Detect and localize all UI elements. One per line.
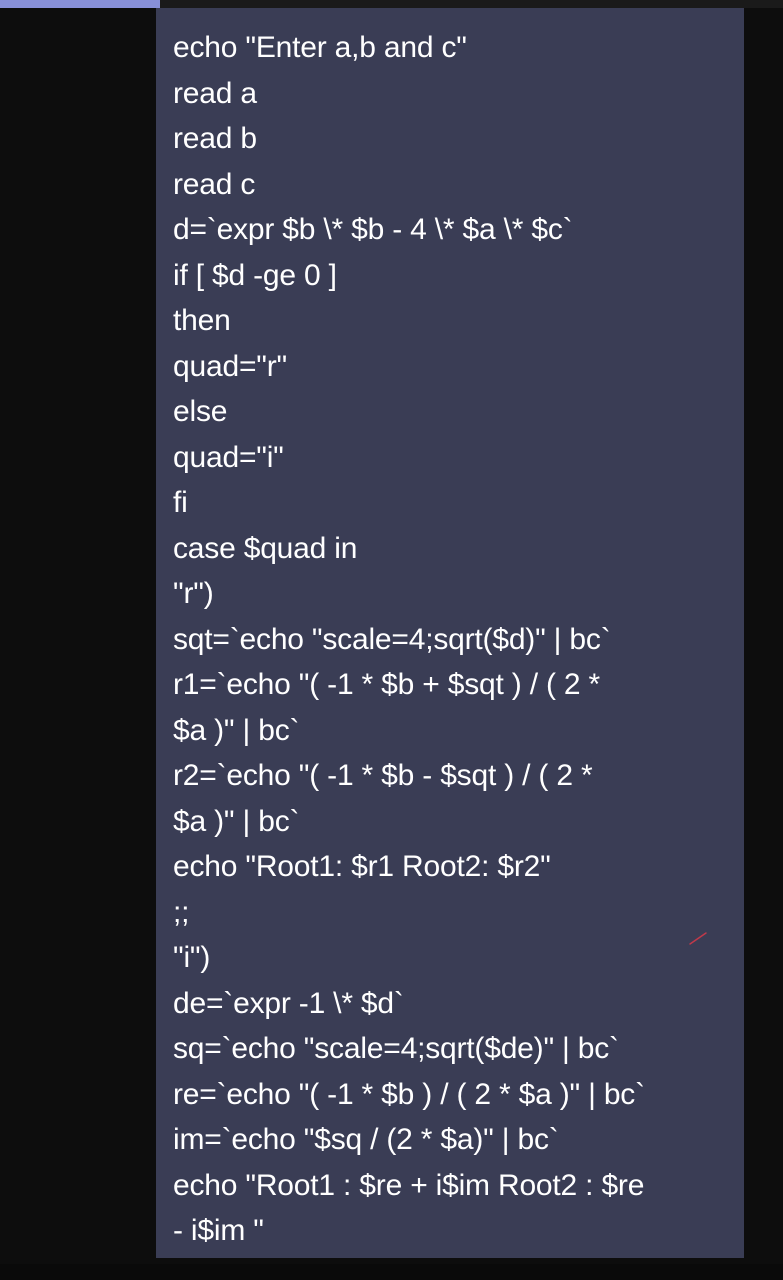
- code-line: $a )" | bc`: [173, 805, 300, 838]
- code-line: "r"): [173, 577, 214, 610]
- code-line: $a )" | bc`: [173, 714, 300, 747]
- code-line: else: [173, 395, 228, 428]
- code-line: r2=`echo "( -1 * $b - $sqt ) / ( 2 *: [173, 759, 593, 792]
- code-line: re=`echo "( -1 * $b ) / ( 2 * $a )" | bc…: [173, 1078, 645, 1111]
- progress-indicator: [0, 0, 160, 8]
- screen: echo "Enter a,b and c" read a read b rea…: [0, 0, 783, 1280]
- code-line: im=`echo "$sq / (2 * $a)" | bc`: [173, 1123, 559, 1156]
- code-line: if [ $d -ge 0 ]: [173, 259, 337, 292]
- code-line: d=`expr $b \* $b - 4 \* $a \* $c`: [173, 213, 573, 246]
- code-line: then: [173, 304, 231, 337]
- code-line: read c: [173, 168, 256, 201]
- code-line: quad="r": [173, 350, 287, 383]
- code-line: echo "Root1: $r1 Root2: $r2": [173, 850, 551, 883]
- pen-stroke-mark: [689, 932, 707, 945]
- code-line: de=`expr -1 \* $d`: [173, 987, 404, 1020]
- code-line: fi: [173, 486, 188, 519]
- code-line: r1=`echo "( -1 * $b + $sqt ) / ( 2 *: [173, 668, 600, 701]
- code-line: quad="i": [173, 441, 284, 474]
- code-line: ;;: [173, 896, 190, 929]
- code-line: sq=`echo "scale=4;sqrt($de)" | bc`: [173, 1032, 619, 1065]
- code-line: "i"): [173, 941, 211, 974]
- code-line: case $quad in: [173, 532, 358, 565]
- code-line: read a: [173, 77, 257, 110]
- code-line: - i$im ": [173, 1214, 264, 1247]
- code-line: echo "Enter a,b and c": [173, 31, 467, 64]
- code-line: read b: [173, 122, 257, 155]
- bottom-strip: [0, 1264, 783, 1280]
- code-line: echo "Root1 : $re + i$im Root2 : $re: [173, 1169, 645, 1202]
- code-line: sqt=`echo "scale=4;sqrt($d)" | bc`: [173, 623, 611, 656]
